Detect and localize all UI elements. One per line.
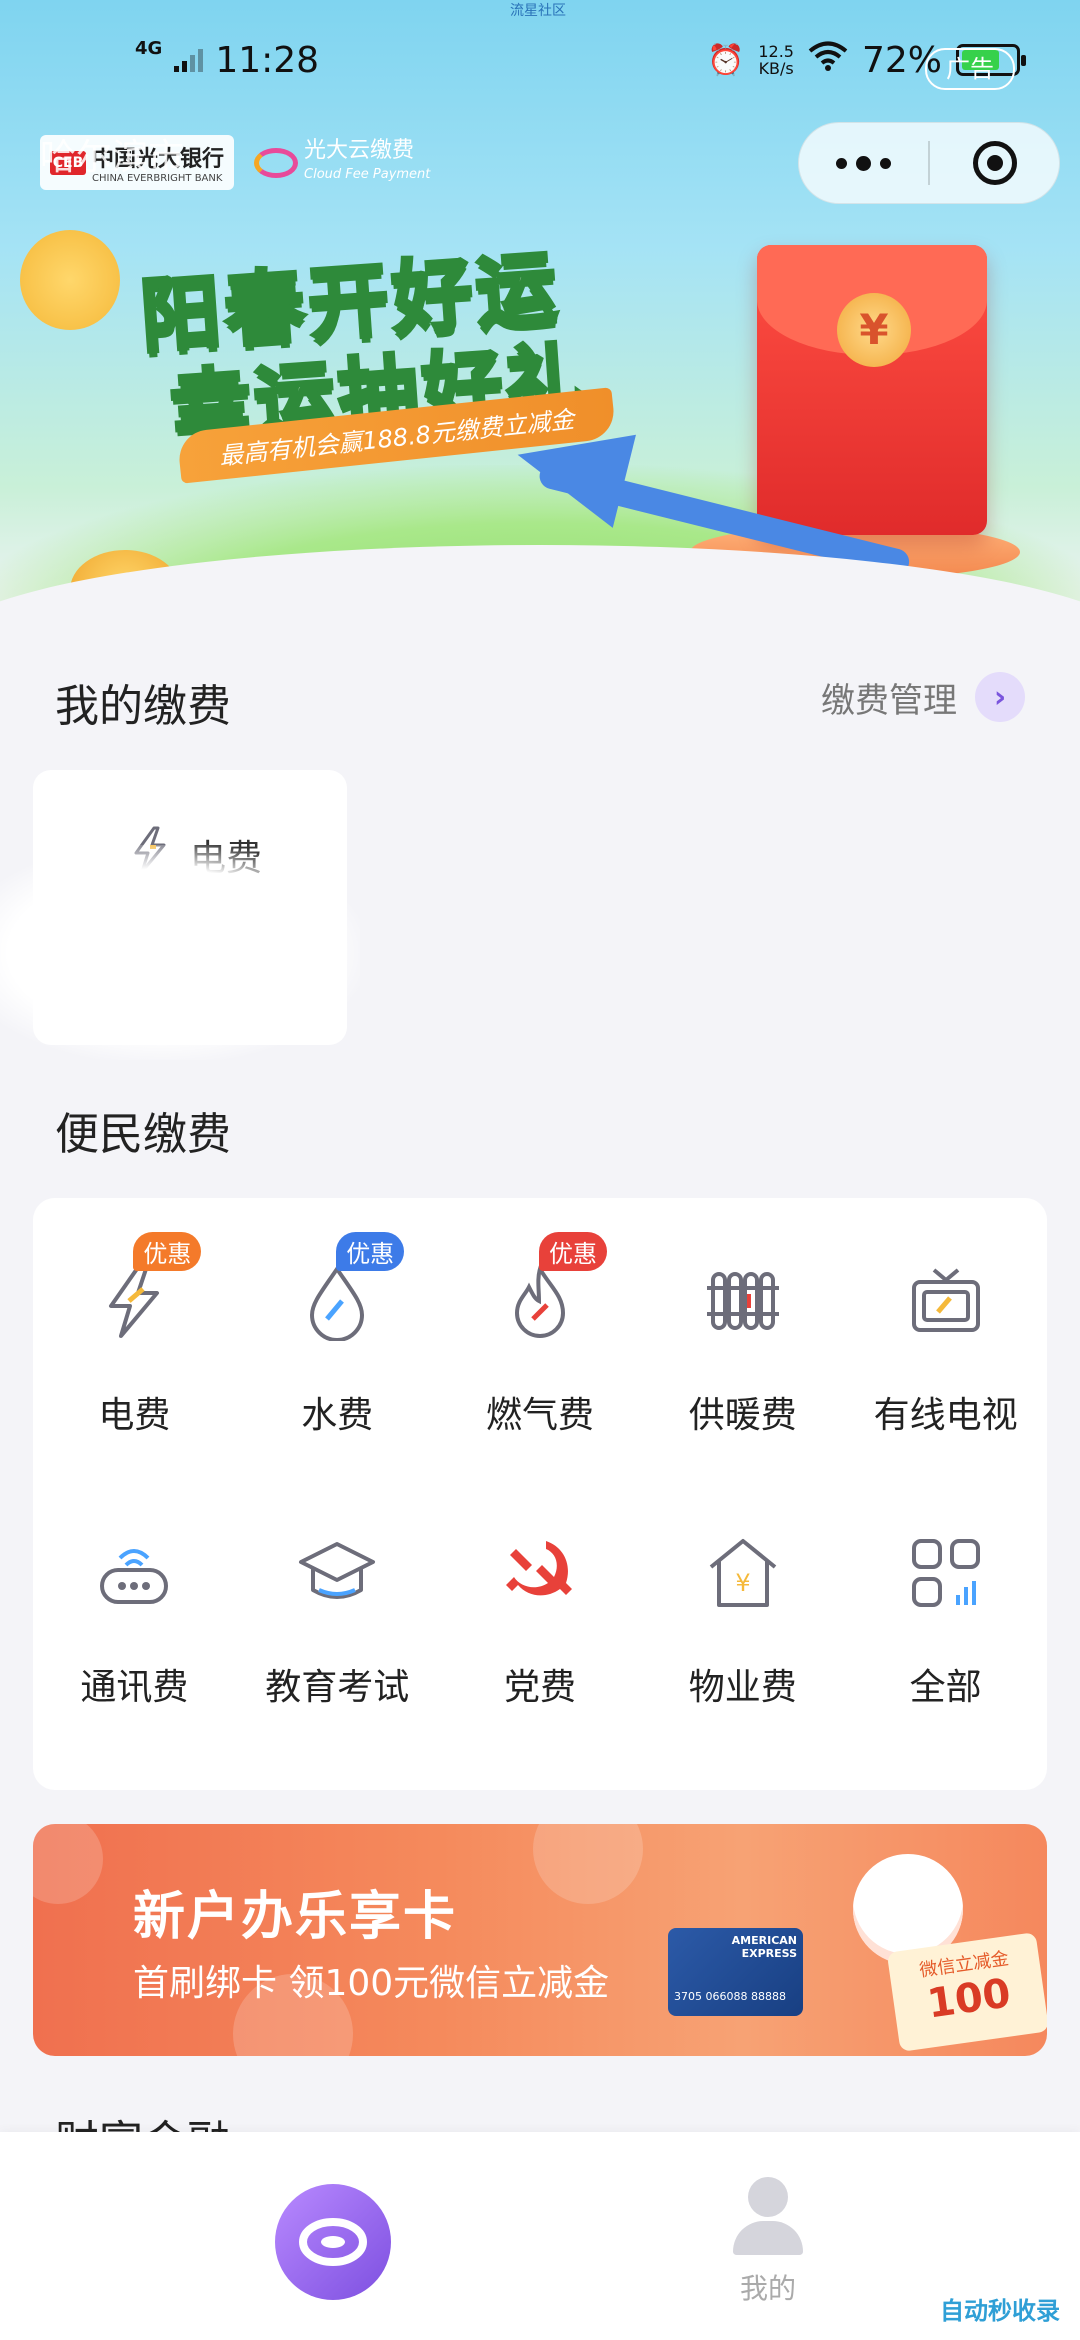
router-icon bbox=[89, 1528, 179, 1618]
redaction-scribble bbox=[0, 845, 360, 1060]
red-envelope-icon: ¥ bbox=[757, 245, 987, 535]
lantern-decoration bbox=[33, 1824, 103, 1904]
service-telecom[interactable]: 通讯费 bbox=[33, 1528, 236, 1800]
new-card-promo-banner[interactable]: 新户办乐享卡 首刷绑卡 领100元微信立减金 AMERICAN EXPRESS … bbox=[33, 1824, 1047, 2056]
house-icon: ¥ bbox=[698, 1528, 788, 1618]
cloud-name: 光大云缴费 bbox=[304, 137, 415, 163]
convenience-title: 便民缴费 bbox=[55, 1109, 231, 1160]
service-all[interactable]: 全部 bbox=[844, 1528, 1047, 1800]
discount-badge: 优惠 bbox=[336, 1232, 405, 1271]
chevron-right-icon: › bbox=[975, 672, 1025, 722]
lightning-icon: 优惠 bbox=[89, 1232, 202, 1346]
convenience-grid-card: 优惠 电费 优惠 水费 优惠 燃气费 供暖费 有线电视 通讯费 教育考试 党费 … bbox=[33, 1198, 1047, 1790]
status-left: 4G 11:28 bbox=[135, 37, 320, 81]
promo-subline: 首刷绑卡 领100元微信立减金 bbox=[133, 1963, 610, 2004]
service-label: 水费 bbox=[301, 1395, 374, 1436]
service-label: 物业费 bbox=[688, 1667, 797, 1708]
coin-icon: ¥ bbox=[837, 293, 911, 367]
service-education-exam[interactable]: 教育考试 bbox=[236, 1528, 439, 1800]
ad-tag: 广告 bbox=[925, 48, 1015, 90]
network-type: 4G bbox=[135, 37, 163, 59]
grid-all-icon bbox=[901, 1528, 991, 1618]
planet-home-icon bbox=[299, 2218, 367, 2266]
service-label: 全部 bbox=[909, 1667, 982, 1708]
promo-headline: 新户办乐享卡 bbox=[133, 1887, 458, 1947]
service-heating[interactable]: 供暖费 bbox=[641, 1256, 844, 1528]
tab-me[interactable]: 我的 bbox=[718, 2177, 818, 2307]
lantern-decoration bbox=[533, 1824, 643, 1904]
card-brand: AMERICAN EXPRESS bbox=[731, 1934, 797, 1960]
card-number: 3705 066088 88888 bbox=[674, 1990, 786, 2003]
service-party-dues[interactable]: 党费 bbox=[439, 1528, 642, 1800]
service-label: 通讯费 bbox=[80, 1667, 189, 1708]
my-payments-title: 我的缴费 bbox=[55, 681, 231, 732]
profile-icon bbox=[748, 2177, 788, 2217]
hero-banner[interactable]: 流星社区 4G 11:28 ⏰ 12.5 KB/s 72% 广告 CEB 中国光… bbox=[0, 0, 1080, 625]
tab-home[interactable] bbox=[275, 2184, 391, 2300]
bottom-tab-bar: 我的 自动秒收录 bbox=[0, 2132, 1080, 2340]
coupon-ticket: 微信立减金 100 bbox=[886, 1932, 1047, 2052]
watermark-text: 自动秒收录 bbox=[940, 2297, 1060, 2325]
service-label: 燃气费 bbox=[485, 1395, 594, 1436]
discount-badge: 优惠 bbox=[538, 1232, 607, 1271]
net-speed-unit: KB/s bbox=[758, 59, 794, 78]
status-bar: 4G 11:28 ⏰ 12.5 KB/s 72% bbox=[0, 30, 1080, 90]
service-electricity[interactable]: 优惠 电费 bbox=[33, 1232, 236, 1528]
credit-card-image: AMERICAN EXPRESS 3705 066088 88888 bbox=[668, 1928, 803, 2016]
payment-management-label: 缴费管理 bbox=[821, 680, 957, 721]
service-label: 教育考试 bbox=[265, 1667, 410, 1708]
service-gas[interactable]: 优惠 燃气费 bbox=[439, 1232, 642, 1528]
watermark: 自动秒收录 bbox=[940, 2291, 1060, 2326]
top-mini-label: 流星社区 bbox=[510, 3, 566, 19]
city-overlay-text: 哈尔滨市 bbox=[40, 137, 185, 178]
graduation-cap-icon bbox=[292, 1528, 382, 1618]
service-label: 有线电视 bbox=[873, 1395, 1018, 1436]
close-miniprogram-icon[interactable] bbox=[930, 141, 1059, 185]
flower-decoration bbox=[20, 230, 120, 330]
svg-text:¥: ¥ bbox=[735, 1569, 750, 1597]
wifi-icon bbox=[808, 40, 848, 81]
payment-management-link[interactable]: 缴费管理 › bbox=[821, 672, 1025, 722]
discount-badge: 优惠 bbox=[133, 1232, 202, 1271]
net-speed: 12.5 KB/s bbox=[758, 43, 794, 77]
party-emblem-icon bbox=[495, 1528, 585, 1618]
service-label: 供暖费 bbox=[688, 1395, 797, 1436]
flame-icon: 优惠 bbox=[495, 1232, 607, 1346]
profile-icon-body bbox=[733, 2221, 803, 2255]
tv-icon bbox=[901, 1256, 991, 1346]
miniprogram-capsule bbox=[798, 122, 1060, 204]
tab-me-label: 我的 bbox=[739, 2272, 796, 2305]
service-water[interactable]: 优惠 水费 bbox=[236, 1232, 439, 1528]
signal-icon bbox=[174, 48, 204, 72]
water-drop-icon: 优惠 bbox=[292, 1232, 405, 1346]
service-label: 党费 bbox=[503, 1667, 576, 1708]
service-cable-tv[interactable]: 有线电视 bbox=[844, 1256, 1047, 1528]
cloud-ring-icon bbox=[254, 147, 299, 178]
convenience-grid: 优惠 电费 优惠 水费 优惠 燃气费 供暖费 有线电视 通讯费 教育考试 党费 … bbox=[33, 1198, 1047, 1790]
service-property[interactable]: ¥ 物业费 bbox=[641, 1528, 844, 1800]
alarm-icon: ⏰ bbox=[707, 42, 745, 78]
service-label: 电费 bbox=[98, 1395, 171, 1436]
more-menu-icon[interactable] bbox=[799, 155, 928, 171]
radiator-icon bbox=[698, 1256, 788, 1346]
cloud-payment-logo: 光大云缴费 Cloud Fee Payment bbox=[254, 137, 431, 187]
clock-time: 11:28 bbox=[215, 39, 320, 81]
cloud-name-en: Cloud Fee Payment bbox=[304, 166, 431, 182]
